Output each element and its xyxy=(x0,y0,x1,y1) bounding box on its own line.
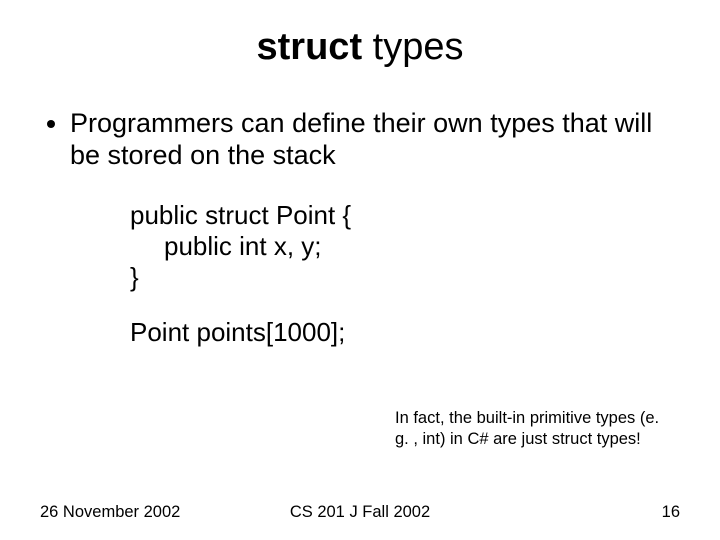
title-rest: types xyxy=(362,26,463,68)
footer-course: CS 201 J Fall 2002 xyxy=(0,503,720,522)
title-bold: struct xyxy=(257,26,363,68)
bullet-list: Programmers can define their own types t… xyxy=(40,107,680,172)
slide: struct types Programmers can define thei… xyxy=(0,0,720,540)
code-line: public int x, y; xyxy=(130,231,680,262)
code-line: public struct Point { xyxy=(130,200,680,231)
slide-title: struct types xyxy=(40,26,680,69)
code-line: Point points[1000]; xyxy=(130,317,680,348)
code-line: } xyxy=(130,262,680,293)
footer: 26 November 2002 CS 201 J Fall 2002 16 xyxy=(0,503,720,522)
footnote: In fact, the built-in primitive types (e… xyxy=(395,408,675,449)
bullet-item: Programmers can define their own types t… xyxy=(70,107,680,172)
code-block: public struct Point { public int x, y; }… xyxy=(130,200,680,349)
